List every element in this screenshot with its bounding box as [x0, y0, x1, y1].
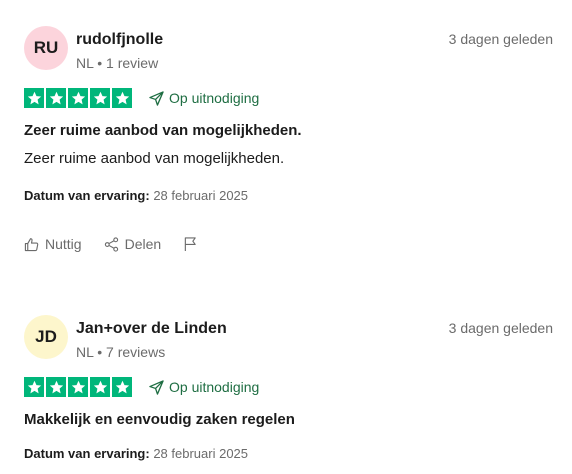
star-icon	[90, 377, 110, 397]
experience-value: 28 februari 2025	[153, 188, 249, 203]
avatar[interactable]: RU	[24, 26, 68, 70]
star-icon	[112, 88, 132, 108]
review-title: Zeer ruime aanbod van mogelijkheden.	[24, 122, 302, 139]
send-icon	[149, 90, 164, 106]
reviewer-meta: NL • 7 reviews	[76, 344, 166, 360]
star-icon	[68, 88, 88, 108]
send-icon	[149, 379, 164, 395]
star-rating	[24, 377, 132, 397]
star-icon	[68, 377, 88, 397]
reviewer-name[interactable]: Jan+over de Linden	[76, 320, 227, 338]
review-title: Makkelijk en eenvoudig zaken regelen	[24, 411, 295, 428]
useful-label: Nuttig	[45, 236, 82, 252]
share-icon	[104, 236, 118, 252]
experience-label: Datum van ervaring:	[24, 446, 150, 461]
useful-button[interactable]: Nuttig	[24, 236, 82, 252]
reviewer-meta: NL • 1 review	[76, 55, 159, 71]
star-icon	[46, 377, 66, 397]
star-rating	[24, 88, 132, 108]
experience-label: Datum van ervaring:	[24, 188, 150, 203]
share-label: Delen	[124, 236, 162, 252]
invited-label: Op uitnodiging	[169, 379, 260, 395]
experience-date: Datum van ervaring: 28 februari 2025	[24, 188, 248, 203]
star-icon	[112, 377, 132, 397]
review-date: 3 dagen geleden	[448, 320, 553, 336]
flag-icon	[184, 237, 196, 252]
star-icon	[24, 88, 44, 108]
avatar[interactable]: JD	[24, 315, 68, 359]
experience-date: Datum van ervaring: 28 februari 2025	[24, 446, 248, 461]
review-date: 3 dagen geleden	[448, 31, 553, 47]
star-icon	[24, 377, 44, 397]
thumbs-up-icon	[24, 237, 39, 251]
invited-label: Op uitnodiging	[169, 90, 260, 106]
review-actions: Nuttig Delen	[24, 236, 220, 252]
experience-value: 28 februari 2025	[153, 446, 249, 461]
star-icon	[46, 88, 66, 108]
report-button[interactable]	[183, 236, 198, 252]
share-button[interactable]: Delen	[104, 236, 162, 252]
reviewer-name[interactable]: rudolfjnolle	[76, 31, 163, 49]
invited-badge[interactable]: Op uitnodiging	[149, 379, 259, 395]
review-body: Zeer ruime aanbod van mogelijkheden.	[24, 150, 285, 167]
invited-badge[interactable]: Op uitnodiging	[149, 90, 259, 106]
star-icon	[90, 88, 110, 108]
